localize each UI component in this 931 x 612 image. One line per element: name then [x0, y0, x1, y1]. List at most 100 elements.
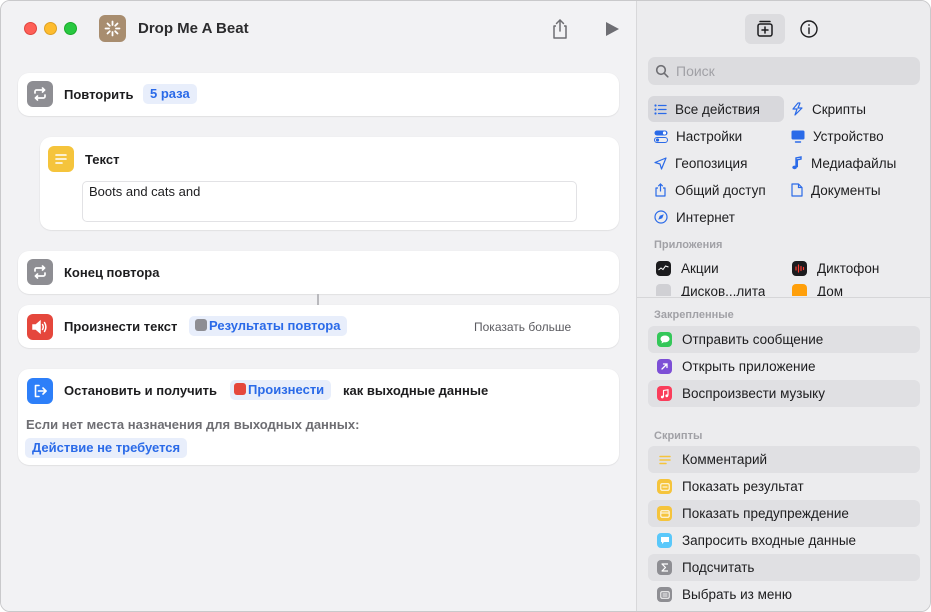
library-suggestions: Закрепленные Отправить сообщение Открыть… — [637, 297, 930, 611]
script-count-label: Подсчитать — [682, 560, 755, 575]
pinned-section-header: Закрепленные — [654, 309, 734, 321]
close-window-button[interactable] — [24, 22, 37, 35]
library-add-action-icon[interactable] — [745, 14, 785, 44]
repeat-count-token[interactable]: 5 раза — [143, 84, 197, 104]
alert-icon — [657, 506, 672, 521]
ask-input-icon — [657, 533, 672, 548]
speak-result-token[interactable]: Произнести — [230, 380, 332, 400]
home-app-icon — [792, 284, 807, 296]
list-icon — [654, 103, 667, 115]
scripts-section-header: Скрипты — [654, 430, 703, 442]
document-icon — [791, 183, 803, 197]
end-repeat-card[interactable]: Конец повтора — [18, 251, 619, 294]
category-device[interactable]: Устройство — [785, 123, 915, 149]
category-sharing-label: Общий доступ — [675, 182, 766, 198]
open-app-icon — [657, 359, 672, 374]
no-action-token[interactable]: Действие не требуется — [25, 438, 188, 458]
category-settings-label: Настройки — [676, 128, 743, 144]
repeat-mini-icon — [195, 319, 207, 331]
script-show-alert[interactable]: Показать предупреждение — [648, 500, 920, 527]
speaker-mini-icon — [234, 383, 246, 395]
app-disk-utility[interactable]: Дисков...лита — [656, 282, 765, 296]
script-show-result-label: Показать результат — [682, 479, 804, 494]
music-icon — [657, 386, 672, 401]
repeat-label: Повторить — [64, 87, 134, 102]
app-home-label: Дом — [817, 284, 844, 296]
shortcut-editor: Drop Me A Beat Повторить 5 раза Текст Bo… — [1, 1, 636, 611]
script-count[interactable]: Подсчитать — [648, 554, 920, 581]
category-scripting-label: Скрипты — [812, 101, 866, 117]
app-voice-memos[interactable]: Диктофон — [792, 255, 879, 281]
category-settings[interactable]: Настройки — [648, 123, 784, 149]
category-location[interactable]: Геопозиция — [648, 150, 784, 176]
speak-text-label: Произнести текст — [64, 319, 178, 334]
category-media[interactable]: Медиафайлы — [785, 150, 915, 176]
script-choose-menu[interactable]: Выбрать из меню — [648, 581, 920, 608]
pinned-send-message[interactable]: Отправить сообщение — [648, 326, 920, 353]
toggles-icon — [654, 130, 668, 143]
stocks-app-icon — [656, 260, 671, 276]
run-play-icon[interactable] — [604, 21, 620, 37]
speaker-icon — [27, 314, 53, 340]
app-stocks[interactable]: Акции — [656, 255, 719, 281]
category-media-label: Медиафайлы — [811, 155, 897, 171]
location-arrow-icon — [654, 156, 667, 170]
app-voice-memos-label: Диктофон — [817, 260, 880, 276]
category-all-actions[interactable]: Все действия — [648, 96, 784, 122]
flow-connector — [317, 294, 319, 305]
voice-memos-app-icon — [792, 260, 807, 276]
shortcut-glyph-icon[interactable] — [99, 15, 126, 42]
script-ask-input[interactable]: Запросить входные данные — [648, 527, 920, 554]
category-all-actions-label: Все действия — [675, 101, 760, 117]
search-input[interactable] — [676, 61, 906, 81]
text-action-label: Текст — [85, 152, 120, 167]
script-comment[interactable]: Комментарий — [648, 446, 920, 473]
repeat-icon — [27, 81, 53, 107]
pinned-send-message-label: Отправить сообщение — [682, 332, 824, 347]
display-icon — [791, 130, 805, 143]
pinned-play-music-label: Воспроизвести музыку — [682, 386, 825, 401]
category-web[interactable]: Интернет — [648, 204, 784, 230]
category-device-label: Устройство — [813, 128, 884, 144]
app-disk-utility-label: Дисков...лита — [681, 284, 766, 296]
info-icon[interactable] — [789, 14, 829, 44]
script-choose-menu-label: Выбрать из меню — [682, 587, 792, 602]
category-documents-label: Документы — [811, 182, 881, 198]
repeat-action-card[interactable]: Повторить 5 раза — [18, 73, 619, 116]
category-sharing[interactable]: Общий доступ — [648, 177, 784, 203]
search-bar[interactable] — [648, 57, 920, 85]
music-note-icon — [792, 156, 802, 170]
pinned-play-music[interactable]: Воспроизвести музыку — [648, 380, 920, 407]
pinned-open-app-label: Открыть приложение — [682, 359, 816, 374]
script-show-result[interactable]: Показать результат — [648, 473, 920, 500]
category-web-label: Интернет — [676, 209, 735, 225]
app-home[interactable]: Дом — [792, 282, 843, 296]
scripting-icon — [792, 102, 803, 116]
share-icon[interactable] — [550, 18, 570, 40]
search-icon — [655, 64, 669, 78]
app-stocks-label: Акции — [681, 260, 719, 276]
window-title: Drop Me A Beat — [138, 20, 249, 37]
show-more-link[interactable]: Показать больше — [474, 320, 571, 334]
stop-output-suffix: как выходные данные — [343, 383, 489, 398]
choose-menu-icon — [657, 587, 672, 602]
minimize-window-button[interactable] — [44, 22, 57, 35]
library-browser: Все действия Скрипты Настройки Устро — [637, 1, 930, 296]
category-location-label: Геопозиция — [675, 155, 748, 171]
share-icon — [655, 183, 666, 197]
category-scripting[interactable]: Скрипты — [785, 96, 915, 122]
script-comment-label: Комментарий — [682, 452, 768, 467]
script-ask-input-label: Запросить входные данные — [682, 533, 857, 548]
script-show-alert-label: Показать предупреждение — [682, 506, 849, 521]
titlebar: Drop Me A Beat — [1, 1, 636, 57]
zoom-window-button[interactable] — [64, 22, 77, 35]
no-destination-label: Если нет места назначения для выходных д… — [26, 417, 360, 432]
speak-result-token-label: Произнести — [248, 382, 325, 397]
text-action-field[interactable]: Boots and cats and — [82, 181, 577, 222]
repeat-results-token-label: Результаты повтора — [209, 318, 341, 333]
action-library-panel: Все действия Скрипты Настройки Устро — [636, 1, 930, 611]
repeat-results-token[interactable]: Результаты повтора — [189, 316, 348, 336]
category-documents[interactable]: Документы — [785, 177, 915, 203]
pinned-open-app[interactable]: Открыть приложение — [648, 353, 920, 380]
compass-icon — [654, 210, 668, 224]
